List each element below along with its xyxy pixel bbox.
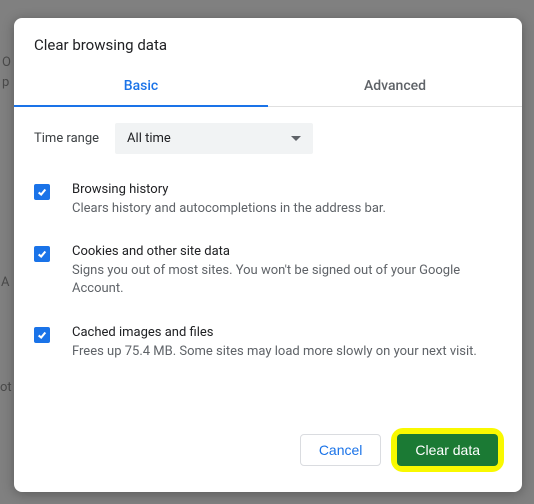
tabs: Basic Advanced — [14, 68, 522, 107]
checkmark-icon — [37, 249, 47, 259]
time-range-value: All time — [127, 131, 171, 146]
chevron-down-icon — [291, 136, 301, 141]
option-text: Cookies and other site data Signs you ou… — [72, 244, 502, 298]
clear-data-button[interactable]: Clear data — [397, 434, 498, 466]
tab-advanced[interactable]: Advanced — [268, 68, 522, 106]
time-range-label: Time range — [34, 131, 99, 146]
checkbox-cache[interactable] — [34, 327, 50, 343]
clear-browsing-data-dialog: Clear browsing data Basic Advanced Time … — [14, 18, 522, 492]
cancel-button[interactable]: Cancel — [300, 434, 382, 466]
time-range-row: Time range All time — [34, 123, 502, 154]
option-desc: Frees up 75.4 MB. Some sites may load mo… — [72, 343, 502, 361]
checkmark-icon — [37, 187, 47, 197]
option-desc: Signs you out of most sites. You won't b… — [72, 262, 502, 298]
option-title: Cached images and files — [72, 325, 502, 340]
highlight-annotation: Clear data — [391, 428, 504, 472]
dialog-footer: Cancel Clear data — [14, 414, 522, 492]
checkbox-cookies[interactable] — [34, 246, 50, 262]
checkbox-browsing-history[interactable] — [34, 184, 50, 200]
option-title: Browsing history — [72, 182, 502, 197]
option-cookies: Cookies and other site data Signs you ou… — [34, 244, 502, 298]
option-title: Cookies and other site data — [72, 244, 502, 259]
dialog-content: Time range All time Browsing history Cle… — [14, 107, 522, 414]
option-text: Browsing history Clears history and auto… — [72, 182, 502, 218]
option-text: Cached images and files Frees up 75.4 MB… — [72, 325, 502, 361]
checkmark-icon — [37, 330, 47, 340]
dialog-title: Clear browsing data — [14, 18, 522, 68]
time-range-select[interactable]: All time — [115, 123, 313, 154]
option-cache: Cached images and files Frees up 75.4 MB… — [34, 325, 502, 361]
tab-basic[interactable]: Basic — [14, 68, 268, 106]
option-browsing-history: Browsing history Clears history and auto… — [34, 182, 502, 218]
option-desc: Clears history and autocompletions in th… — [72, 200, 502, 218]
